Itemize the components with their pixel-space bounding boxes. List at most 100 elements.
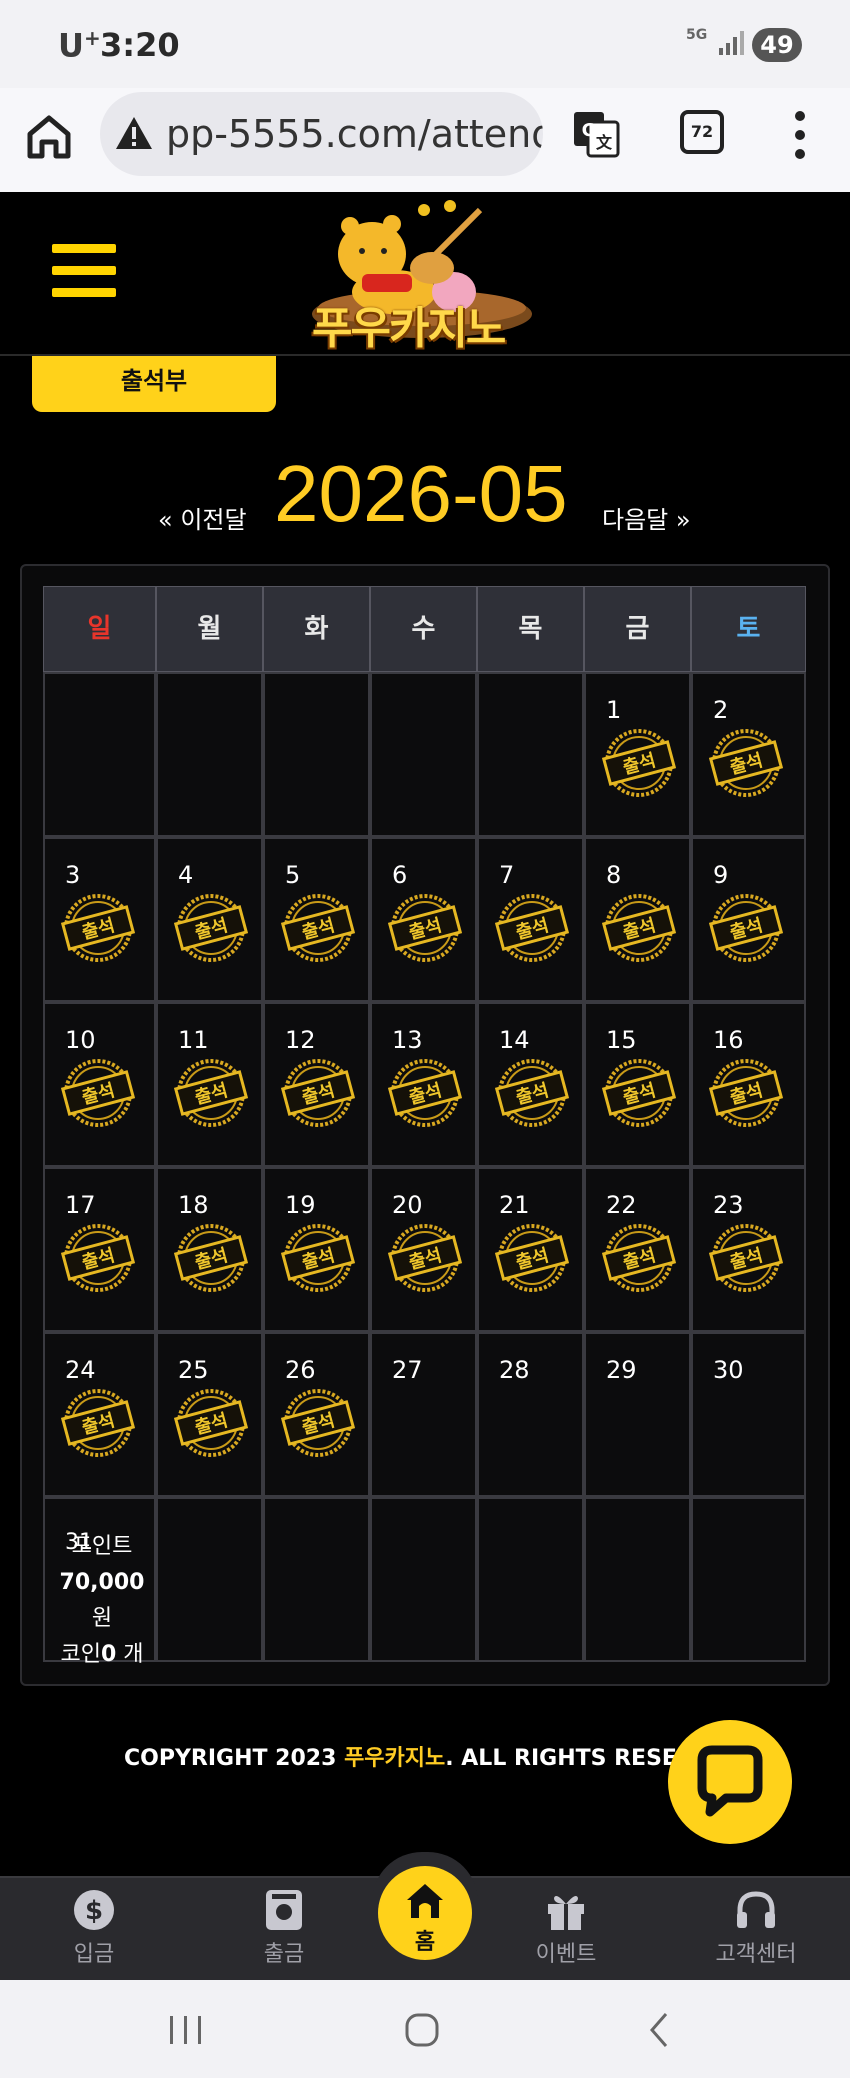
attendance-tab-button[interactable]: 출석부 bbox=[32, 356, 276, 412]
logo-text: 푸우카지노 bbox=[312, 303, 506, 354]
day-number: 9 bbox=[713, 861, 729, 889]
calendar-day-cell: 15 출석 bbox=[584, 1002, 691, 1167]
coin-value: 0 bbox=[100, 1642, 117, 1667]
attendance-stamp-icon: 출석 bbox=[280, 1059, 356, 1127]
nav-withdraw[interactable]: 출금 bbox=[224, 1888, 344, 1978]
calendar-day-cell: 24 출석 bbox=[43, 1332, 156, 1497]
page-root: U+ 3:20 5G 49 pp-5555.com/attenda G 文 72… bbox=[0, 0, 850, 2078]
attendance-stamp-icon: 출석 bbox=[387, 894, 463, 962]
site-header: 푸우카지노 bbox=[0, 192, 850, 356]
home-nav-icon[interactable] bbox=[402, 2010, 442, 2050]
calendar-day-cell: 17 출석 bbox=[43, 1167, 156, 1332]
calendar-day-cell: 2 출석 bbox=[691, 672, 806, 837]
next-month-link[interactable]: 다음달 » bbox=[602, 500, 691, 535]
calendar-day-cell: 22 출석 bbox=[584, 1167, 691, 1332]
day-number: 22 bbox=[606, 1191, 637, 1219]
calendar-day-cell: 12 출석 bbox=[263, 1002, 370, 1167]
back-icon[interactable] bbox=[640, 2010, 680, 2050]
day-number: 30 bbox=[713, 1356, 744, 1384]
calendar-day-cell: 21 출석 bbox=[477, 1167, 584, 1332]
translate-icon[interactable]: G 文 bbox=[572, 110, 620, 158]
attendance-stamp-icon: 출석 bbox=[387, 1224, 463, 1292]
calendar-day-cell: 16 출석 bbox=[691, 1002, 806, 1167]
site-logo[interactable]: 푸우카지노 bbox=[302, 196, 542, 354]
calendar-day-cell bbox=[156, 1497, 263, 1662]
attendance-stamp-icon: 출석 bbox=[280, 1389, 356, 1457]
day-number: 26 bbox=[285, 1356, 316, 1384]
attendance-stamp-icon: 출석 bbox=[708, 1059, 784, 1127]
attendance-stamp-icon: 출석 bbox=[60, 1389, 136, 1457]
points-summary: 31 포인트 70,000 원 코인0 개 bbox=[47, 1529, 157, 1673]
day-number: 7 bbox=[499, 861, 515, 889]
day-number: 6 bbox=[392, 861, 408, 889]
day-number: 27 bbox=[392, 1356, 423, 1384]
tab-switcher-icon[interactable]: 72 bbox=[680, 110, 724, 154]
warning-icon[interactable] bbox=[114, 114, 154, 152]
attendance-stamp-icon: 출석 bbox=[601, 1059, 677, 1127]
calendar-day-cell: 4 출석 bbox=[156, 837, 263, 1002]
nav-home[interactable]: 홈 bbox=[378, 1866, 472, 1960]
coin-label: 코인 bbox=[60, 1642, 101, 1667]
svg-text:$: $ bbox=[85, 1896, 103, 1926]
calendar-day-cell bbox=[263, 672, 370, 837]
android-nav-bar bbox=[0, 1980, 850, 2078]
hamburger-menu-icon[interactable] bbox=[52, 244, 116, 300]
browser-home-icon[interactable] bbox=[26, 108, 72, 168]
attendance-stamp-icon: 출석 bbox=[280, 1224, 356, 1292]
day-number: 12 bbox=[285, 1026, 316, 1054]
calendar-day-cell bbox=[584, 1497, 691, 1662]
calendar-day-cell bbox=[370, 1497, 477, 1662]
day-number: 8 bbox=[606, 861, 622, 889]
nav-support[interactable]: 고객센터 bbox=[696, 1888, 816, 1978]
clock: 3:20 bbox=[100, 26, 180, 64]
nav-deposit[interactable]: $ 입금 bbox=[34, 1888, 154, 1978]
weekday-header: 목 bbox=[477, 586, 584, 672]
svg-text:文: 文 bbox=[596, 133, 613, 152]
day-number: 29 bbox=[606, 1356, 637, 1384]
recent-apps-icon[interactable] bbox=[166, 2010, 206, 2050]
calendar-day-cell: 18 출석 bbox=[156, 1167, 263, 1332]
attendance-stamp-icon: 출석 bbox=[173, 1224, 249, 1292]
network-5g-icon: 5G bbox=[686, 27, 708, 43]
safe-icon bbox=[266, 1890, 302, 1930]
calendar-day-cell: 14 출석 bbox=[477, 1002, 584, 1167]
calendar-day-cell: 25 출석 bbox=[156, 1332, 263, 1497]
address-bar[interactable]: pp-5555.com/attenda bbox=[100, 92, 543, 176]
attendance-stamp-icon: 출석 bbox=[173, 894, 249, 962]
attendance-stamp-icon: 출석 bbox=[494, 894, 570, 962]
calendar-day-cell: 31 포인트 70,000 원 코인0 개 bbox=[43, 1497, 156, 1667]
prev-month-link[interactable]: « 이전달 bbox=[158, 500, 247, 535]
attendance-stamp-icon: 출석 bbox=[708, 1224, 784, 1292]
headset-icon bbox=[737, 1891, 775, 1928]
attendance-stamp-icon: 출석 bbox=[173, 1059, 249, 1127]
attendance-stamp-icon: 출석 bbox=[60, 894, 136, 962]
day-number: 10 bbox=[65, 1026, 96, 1054]
calendar-day-cell: 1 출석 bbox=[584, 672, 691, 837]
attendance-stamp-icon: 출석 bbox=[387, 1059, 463, 1127]
attendance-stamp-icon: 출석 bbox=[708, 894, 784, 962]
day-number: 31 bbox=[65, 1530, 93, 1555]
gift-icon bbox=[548, 1896, 584, 1930]
nav-event[interactable]: 이벤트 bbox=[506, 1888, 626, 1978]
weekday-header: 화 bbox=[263, 586, 370, 672]
calendar-day-cell: 7 출석 bbox=[477, 837, 584, 1002]
day-number: 25 bbox=[178, 1356, 209, 1384]
day-number: 13 bbox=[392, 1026, 423, 1054]
calendar-day-cell bbox=[156, 672, 263, 837]
calendar-day-cell: 29 bbox=[584, 1332, 691, 1497]
status-bar: U+ 3:20 5G 49 bbox=[0, 0, 850, 88]
day-number: 11 bbox=[178, 1026, 209, 1054]
attendance-stamp-icon: 출석 bbox=[601, 729, 677, 797]
day-number: 15 bbox=[606, 1026, 637, 1054]
weekday-header: 수 bbox=[370, 586, 477, 672]
day-number: 5 bbox=[285, 861, 301, 889]
attendance-stamp-icon: 출석 bbox=[60, 1224, 136, 1292]
attendance-stamp-icon: 출석 bbox=[494, 1224, 570, 1292]
attendance-calendar: 일 월 화 수 목 금 토 1 출석 2 출석 3 출석 4 출석 5 출석 6 출석 7 출석 8 출석 9 출석 10 출석 11… bbox=[43, 586, 806, 1667]
day-number: 21 bbox=[499, 1191, 530, 1219]
calendar-day-cell: 19 출석 bbox=[263, 1167, 370, 1332]
day-number: 3 bbox=[65, 861, 81, 889]
more-options-icon[interactable] bbox=[794, 110, 806, 160]
month-title: 2026-05 bbox=[274, 449, 568, 538]
chat-button[interactable] bbox=[668, 1720, 792, 1844]
